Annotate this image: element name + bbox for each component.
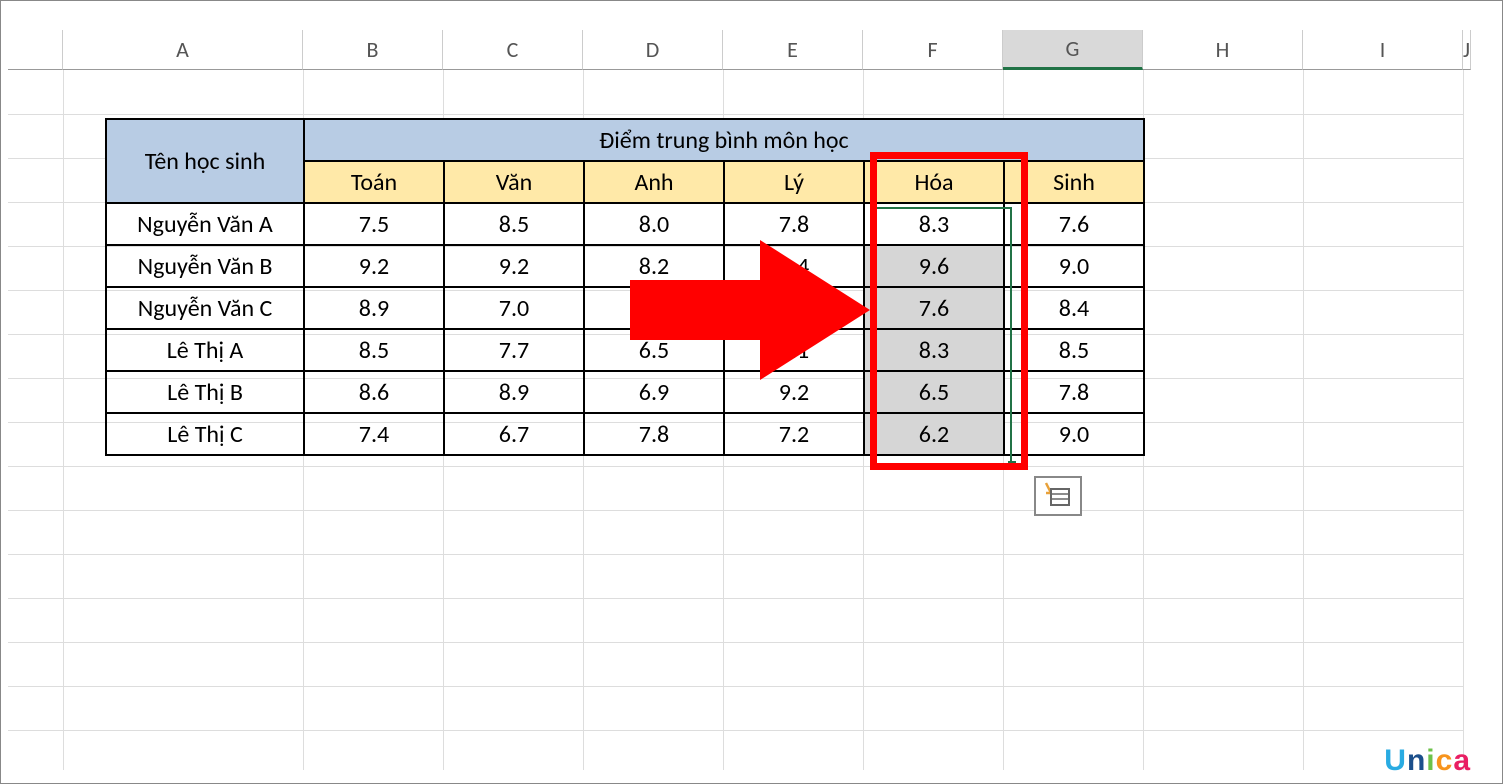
cell[interactable]: 7.6 (1004, 203, 1144, 245)
cell[interactable]: 8.5 (304, 329, 444, 371)
cell[interactable]: 8.5 (444, 203, 584, 245)
col-head-B[interactable]: B (303, 30, 443, 70)
cell-selected[interactable]: 6.2 (864, 413, 1004, 455)
cell[interactable]: 6.7 (444, 413, 584, 455)
cell-selected[interactable]: 9.6 (864, 245, 1004, 287)
cell-name[interactable]: Nguyễn Văn A (106, 203, 304, 245)
cell[interactable]: 8.6 (304, 371, 444, 413)
table-row[interactable]: Nguyễn Văn B 9.2 9.2 8.2 8.4 9.6 9.0 (106, 245, 1144, 287)
cell[interactable]: 8.9 (444, 371, 584, 413)
cell[interactable]: 7.7 (444, 329, 584, 371)
cell[interactable]: 8.5 (1004, 329, 1144, 371)
cell-name[interactable]: Lê Thị A (106, 329, 304, 371)
header-anh: Anh (584, 161, 724, 203)
col-head-blank (8, 30, 63, 70)
cell[interactable]: 9.0 (1004, 413, 1144, 455)
col-head-I[interactable]: I (1303, 30, 1463, 70)
header-toan: Toán (304, 161, 444, 203)
cell-name[interactable]: Lê Thị B (106, 371, 304, 413)
col-head-D[interactable]: D (583, 30, 723, 70)
cell-name[interactable]: Nguyễn Văn B (106, 245, 304, 287)
cell[interactable]: 6.9 (584, 371, 724, 413)
cell[interactable]: 7.4 (304, 413, 444, 455)
cell[interactable]: 8.4 (1004, 287, 1144, 329)
cell[interactable]: 8.4 (724, 245, 864, 287)
table-row[interactable]: Nguyễn Văn C 8.9 7.0 7.6 8.4 (106, 287, 1144, 329)
cell[interactable]: 7.0 (444, 287, 584, 329)
cell[interactable]: 7.2 (724, 413, 864, 455)
col-head-H[interactable]: H (1143, 30, 1303, 70)
col-head-E[interactable]: E (723, 30, 863, 70)
header-sinh: Sinh (1004, 161, 1144, 203)
header-hoa: Hóa (864, 161, 1004, 203)
cell[interactable]: 9.2 (724, 371, 864, 413)
col-head-A[interactable]: A (63, 30, 303, 70)
fill-handle[interactable] (1008, 461, 1016, 469)
cell[interactable]: 7.8 (1004, 371, 1144, 413)
col-head-G[interactable]: G (1003, 30, 1143, 70)
cell-selected[interactable]: 6.5 (864, 371, 1004, 413)
cell-name[interactable]: Nguyễn Văn C (106, 287, 304, 329)
column-header-row: A B C D E F G H I (8, 30, 1503, 70)
col-head-F[interactable]: F (863, 30, 1003, 70)
table-row[interactable]: Lê Thị C 7.4 6.7 7.8 7.2 6.2 9.0 (106, 413, 1144, 455)
cell[interactable] (724, 287, 864, 329)
cell-selected[interactable]: 8.3 (864, 203, 1004, 245)
header-ly: Lý (724, 161, 864, 203)
col-head-J[interactable]: J (1463, 30, 1471, 70)
cell[interactable]: 8.9 (304, 287, 444, 329)
cell[interactable]: 7.8 (724, 203, 864, 245)
watermark-logo: Unica (1384, 744, 1471, 778)
cell[interactable]: 8.1 (724, 329, 864, 371)
paste-options-button[interactable] (1034, 476, 1082, 516)
cell[interactable]: 6.5 (584, 329, 724, 371)
cell[interactable] (584, 287, 724, 329)
header-student-name: Tên học sinh (106, 119, 304, 203)
cell[interactable]: 7.8 (584, 413, 724, 455)
paste-options-icon (1043, 481, 1073, 512)
cell[interactable]: 7.5 (304, 203, 444, 245)
header-subjects-title: Điểm trung bình môn học (304, 119, 1144, 161)
header-van: Văn (444, 161, 584, 203)
col-head-C[interactable]: C (443, 30, 583, 70)
cell[interactable]: 9.0 (1004, 245, 1144, 287)
table-row[interactable]: Lê Thị B 8.6 8.9 6.9 9.2 6.5 7.8 (106, 371, 1144, 413)
cell-selected[interactable]: 7.6 (864, 287, 1004, 329)
table-row[interactable]: Lê Thị A 8.5 7.7 6.5 8.1 8.3 8.5 (106, 329, 1144, 371)
cell[interactable]: 9.2 (304, 245, 444, 287)
cell[interactable]: 8.0 (584, 203, 724, 245)
cell-name[interactable]: Lê Thị C (106, 413, 304, 455)
cell-selected[interactable]: 8.3 (864, 329, 1004, 371)
cell[interactable]: 9.2 (444, 245, 584, 287)
table-row[interactable]: Nguyễn Văn A 7.5 8.5 8.0 7.8 8.3 7.6 (106, 203, 1144, 245)
grades-table[interactable]: Tên học sinh Điểm trung bình môn học Toá… (105, 118, 1145, 456)
cell[interactable]: 8.2 (584, 245, 724, 287)
